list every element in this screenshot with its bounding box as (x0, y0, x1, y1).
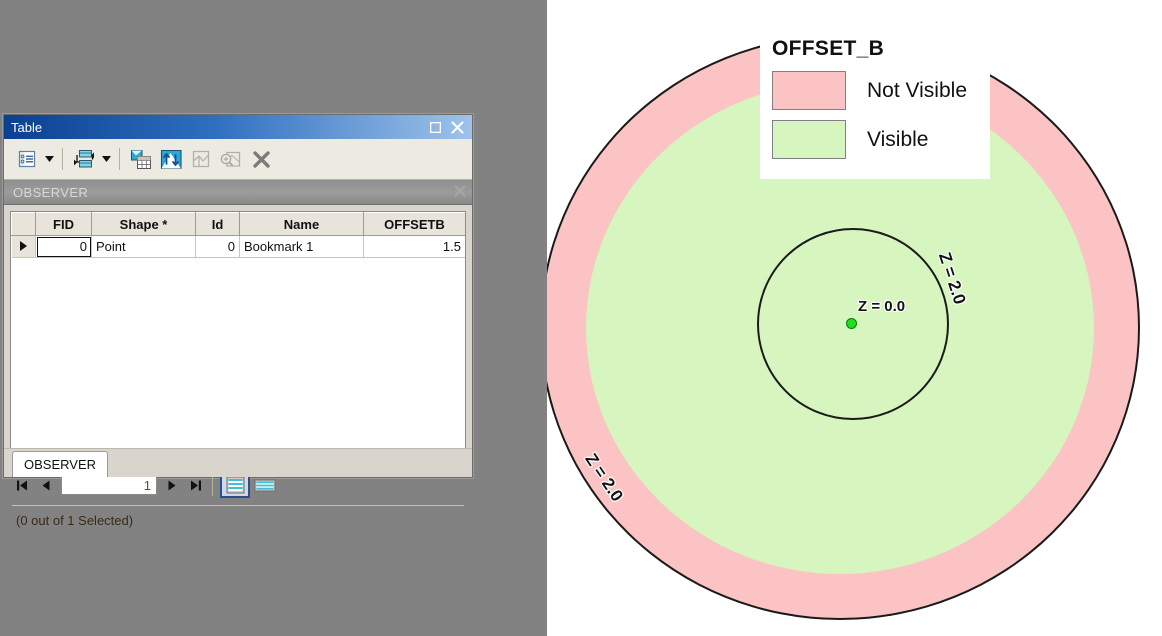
legend-label-not-visible: Not Visible (867, 78, 967, 102)
cell-id[interactable]: 0 (195, 235, 240, 258)
map-legend: OFFSET_B Not Visible Visible (760, 28, 990, 179)
status-divider (12, 505, 464, 506)
table-layer-tab[interactable]: OBSERVER (4, 180, 472, 205)
toolbar-separator (119, 148, 120, 170)
table-select-icon[interactable] (126, 144, 156, 174)
table-row[interactable]: 0 Point 0 Bookmark 1 1.5 (11, 235, 465, 258)
zoom-selection-icon[interactable] (216, 144, 246, 174)
next-record-icon[interactable] (160, 474, 184, 496)
maximize-icon[interactable] (424, 117, 446, 137)
column-header-selector[interactable] (11, 212, 36, 236)
legend-title: OFFSET_B (772, 37, 885, 60)
clear-selection-icon[interactable] (246, 144, 276, 174)
list-options-icon[interactable] (12, 144, 42, 174)
row-selector[interactable] (11, 235, 36, 258)
window-title: Table (11, 119, 43, 135)
column-header-id[interactable]: Id (195, 212, 240, 236)
navbar-separator (212, 474, 213, 496)
legend-entry-not-visible: Not Visible (772, 71, 990, 110)
toolbar-separator (62, 148, 63, 170)
legend-label-visible: Visible (867, 127, 929, 151)
related-tables-icon[interactable] (69, 144, 99, 174)
table-toolbar[interactable] (4, 139, 472, 180)
screen: Z = 0.0 Z = 2.0 Z = 2.0 OFFSET_B Not Vis… (0, 0, 1162, 636)
cell-fid[interactable]: 0 (35, 235, 92, 258)
map-label-center: Z = 0.0 (858, 298, 906, 315)
cell-shape[interactable]: Point (91, 235, 196, 258)
legend-swatch-not-visible (772, 71, 846, 110)
selection-status: (0 out of 1 Selected) (16, 513, 134, 528)
switch-selection-icon[interactable] (156, 144, 186, 174)
legend-swatch-visible (772, 120, 846, 159)
observer-point[interactable] (846, 318, 857, 329)
chevron-down-icon[interactable] (42, 146, 56, 172)
table-window[interactable]: Table OBSERVER FID Shape * Id Name OFFSE… (3, 114, 473, 528)
table-layer-tab-label: OBSERVER (13, 184, 89, 200)
cell-name[interactable]: Bookmark 1 (239, 235, 364, 258)
map-view[interactable]: Z = 0.0 Z = 2.0 Z = 2.0 OFFSET_B Not Vis… (547, 0, 1162, 636)
column-header-offsetb[interactable]: OFFSETB (363, 212, 465, 236)
attribute-table: FID Shape * Id Name OFFSETB 0 Point 0 Bo… (11, 212, 465, 258)
column-header-name[interactable]: Name (239, 212, 364, 236)
table-bottom-tab-strip[interactable]: OBSERVER (4, 448, 472, 477)
current-record-input[interactable]: 1 (61, 475, 157, 495)
close-icon[interactable] (454, 184, 466, 200)
previous-record-icon[interactable] (34, 474, 58, 496)
legend-entry-visible: Visible (772, 120, 990, 159)
tab-observer[interactable]: OBSERVER (12, 451, 109, 477)
cell-offsetb[interactable]: 1.5 (363, 235, 465, 258)
column-header-shape[interactable]: Shape * (91, 212, 196, 236)
first-record-icon[interactable] (10, 474, 34, 496)
close-icon[interactable] (446, 117, 468, 137)
table-window-title-bar[interactable]: Table (4, 115, 472, 139)
attribute-grid[interactable]: FID Shape * Id Name OFFSETB 0 Point 0 Bo… (10, 211, 466, 461)
column-header-fid[interactable]: FID (35, 212, 92, 236)
last-record-icon[interactable] (184, 474, 208, 496)
chevron-down-icon[interactable] (99, 146, 113, 172)
table-header-row: FID Shape * Id Name OFFSETB (11, 212, 465, 236)
layer-select-icon[interactable] (186, 144, 216, 174)
